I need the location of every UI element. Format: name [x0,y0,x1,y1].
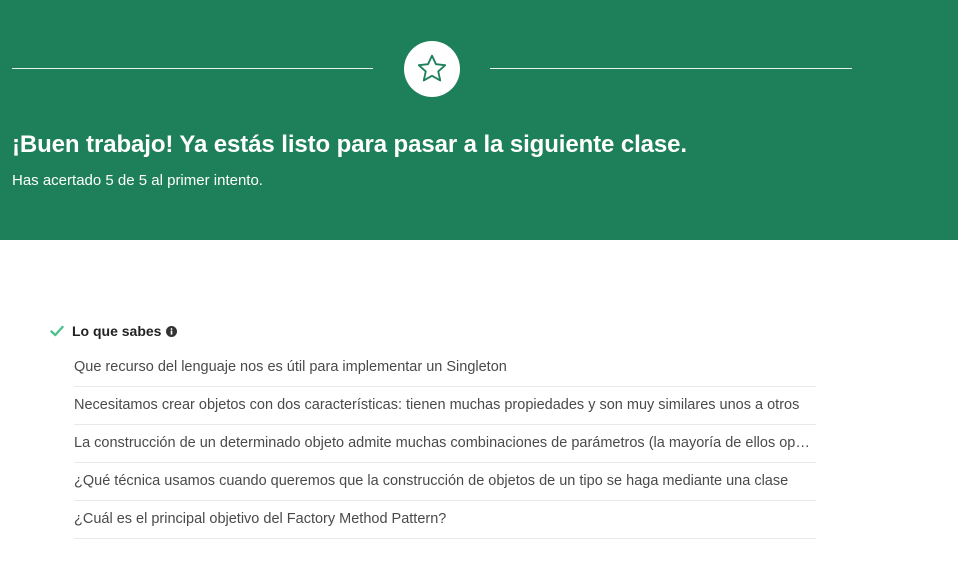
star-icon [415,52,449,86]
section-header: Lo que sabes [50,320,816,342]
question-item[interactable]: ¿Cuál es el principal objetivo del Facto… [74,501,816,539]
banner-subtitle: Has acertado 5 de 5 al primer intento. [12,172,263,189]
section-title: Lo que sabes [72,323,162,339]
success-banner: ¡Buen trabajo! Ya estás listo para pasar… [0,0,958,240]
check-icon [50,324,64,338]
question-item[interactable]: Necesitamos crear objetos con dos caract… [74,387,816,425]
question-list: Que recurso del lenguaje nos es útil par… [74,349,816,539]
star-badge [404,41,460,97]
question-item[interactable]: Que recurso del lenguaje nos es útil par… [74,349,816,387]
question-item[interactable]: ¿Qué técnica usamos cuando queremos que … [74,463,816,501]
question-item[interactable]: La construcción de un determinado objeto… [74,425,816,463]
divider-right [490,68,852,69]
knowledge-section: Lo que sabes Que recurso del lenguaje no… [50,320,816,539]
banner-title: ¡Buen trabajo! Ya estás listo para pasar… [12,131,687,158]
divider-left [12,68,373,69]
info-icon[interactable] [166,325,178,337]
